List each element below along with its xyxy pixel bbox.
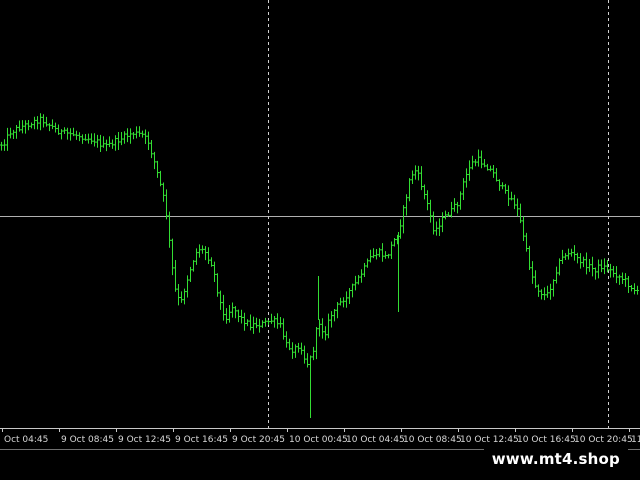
time-tick-label: 11 Oc (631, 435, 640, 445)
time-tick-label: 10 Oct 20:45 (574, 435, 633, 445)
price-chart: Oct 04:45 9 Oct 08:45 9 Oct 12:45 9 Oct 16:… (0, 0, 640, 480)
time-tick-label: 10 Oct 00:45 (289, 435, 348, 445)
time-tick-label: 10 Oct 16:45 (517, 435, 576, 445)
chart-background (0, 0, 640, 480)
time-tick-label: 10 Oct 04:45 (346, 435, 405, 445)
watermark-text: www.mt4.shop (491, 450, 620, 468)
time-tick-label: 10 Oct 12:45 (460, 435, 519, 445)
time-tick-label: 9 Oct 08:45 (61, 435, 114, 445)
time-tick-label: Oct 04:45 (4, 435, 48, 445)
time-tick-label: 10 Oct 08:45 (403, 435, 462, 445)
watermark-logo: www.mt4.shop (483, 448, 628, 470)
time-tick-label: 9 Oct 20:45 (232, 435, 285, 445)
time-tick-label: 9 Oct 16:45 (175, 435, 228, 445)
time-tick-label: 9 Oct 12:45 (118, 435, 171, 445)
